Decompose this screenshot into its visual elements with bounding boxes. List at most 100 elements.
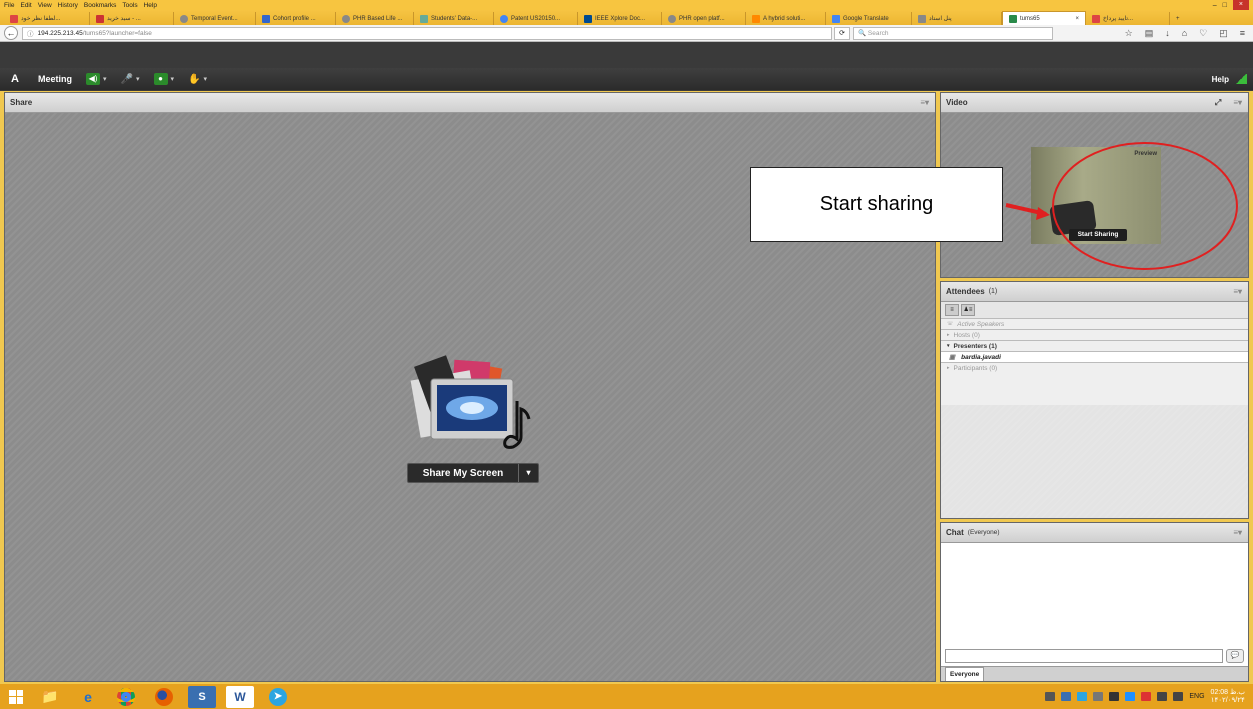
tray-app-icon[interactable] — [1141, 692, 1152, 701]
keyboard-icon[interactable] — [1045, 692, 1056, 701]
url-bar[interactable]: ⓘ 194.225.213.45/tums65?launcher=false — [22, 26, 832, 40]
webcam-button[interactable]: ● ▾ — [153, 72, 174, 86]
close-tab-icon[interactable]: × — [1075, 16, 1079, 22]
pod-options-icon[interactable]: ≡▾ — [1233, 287, 1242, 296]
video-pod-title: Video — [946, 98, 968, 107]
language-indicator[interactable]: ENG — [1189, 693, 1204, 700]
presenters-group[interactable]: ▾ Presenters (1) — [941, 340, 1248, 351]
menu-bookmarks[interactable]: Bookmarks — [84, 2, 117, 9]
browser-tab[interactable]: PHR Based Life ... — [336, 12, 414, 25]
maximize-button[interactable]: □ — [1223, 2, 1227, 9]
telegram-icon[interactable]: ➤ — [264, 686, 292, 708]
site-icon — [420, 14, 428, 23]
browser-tab[interactable]: پنل استاد — [912, 12, 1002, 25]
menu-history[interactable]: History — [58, 2, 78, 9]
minimize-button[interactable]: – — [1213, 2, 1217, 9]
network-icon[interactable] — [1173, 692, 1184, 701]
menu-tools[interactable]: Tools — [122, 2, 137, 9]
nav-icons: ☆ ▤ ↓ ⌂ ♡ ◰ ≡ — [1125, 28, 1245, 39]
meeting-menu[interactable]: Meeting — [38, 74, 72, 84]
share-pod-header: Share ≡▾ — [5, 93, 935, 113]
tray-app-icon[interactable] — [1077, 692, 1088, 701]
pocket-icon[interactable]: ♡ — [1199, 28, 1207, 39]
menu-help[interactable]: Help — [144, 2, 157, 9]
clock-date: ۱۴۰۲/۰۹/۲۴ — [1210, 696, 1245, 704]
word-icon[interactable]: W — [226, 685, 254, 708]
microphone-icon: 🎤 — [120, 73, 133, 85]
hamburger-menu-icon[interactable]: ≡ — [1240, 28, 1245, 39]
browser-tab[interactable]: Temporal Event... — [174, 12, 256, 25]
collapse-icon: ▾ — [947, 343, 950, 349]
gmail-icon — [10, 14, 18, 23]
chat-scope: (Everyone) — [967, 529, 1000, 536]
attendees-pod-body: ≡ ♟≡ ☏ Active Speakers ▸ Hosts (0) ▾ Presen… — [941, 302, 1248, 518]
downloads-icon[interactable]: ↓ — [1165, 28, 1170, 39]
site-icon — [918, 14, 926, 23]
start-sharing-button[interactable]: Start Sharing — [1069, 229, 1127, 241]
participants-group[interactable]: ▸ Participants (0) — [941, 362, 1248, 373]
flag-icon[interactable] — [1109, 692, 1120, 701]
menu-edit[interactable]: Edit — [20, 2, 31, 9]
microphone-button[interactable]: 🎤 ▾ — [121, 72, 140, 86]
hosts-group[interactable]: ▸ Hosts (0) — [941, 329, 1248, 340]
new-tab-button[interactable]: + — [1170, 12, 1190, 25]
fullscreen-icon[interactable]: ⤢ — [1215, 98, 1221, 108]
browser-tab[interactable]: لطفا نظر خود... — [4, 12, 90, 25]
attendee-row[interactable]: ▣ bardia.javadi — [941, 351, 1248, 362]
clock[interactable]: 02:08 ب.ظ ۱۴۰۲/۰۹/۲۴ — [1211, 689, 1245, 705]
browser-tab[interactable]: تایید پرداخ... — [1086, 12, 1170, 25]
speaker-status-icon: ☏ — [947, 321, 954, 327]
connect-icon — [1009, 14, 1017, 23]
browser-tab-active[interactable]: tums65 × — [1002, 11, 1086, 25]
screenshot-icon[interactable]: ◰ — [1219, 28, 1228, 39]
menu-file[interactable]: File — [4, 2, 14, 9]
firefox-icon[interactable] — [150, 686, 178, 708]
file-explorer-icon[interactable]: 📁 — [36, 686, 64, 708]
url-path: /tums65?launcher=false — [82, 29, 152, 37]
pod-options-icon[interactable]: ≡▾ — [920, 98, 929, 107]
expand-icon: ▸ — [947, 332, 950, 338]
browser-tab[interactable]: Google Translate — [826, 12, 912, 25]
browser-tab[interactable]: Patent US20150... — [494, 12, 578, 25]
tray-app-icon[interactable] — [1093, 692, 1104, 701]
tray-app-icon[interactable] — [1125, 692, 1136, 701]
list-view-icon[interactable]: ≡ — [945, 304, 959, 316]
speaker-button[interactable]: ◀) ▾ — [86, 72, 107, 86]
status-view-icon[interactable]: ♟≡ — [961, 304, 975, 316]
window-controls: – □ × — [1213, 0, 1249, 10]
home-icon[interactable]: ⌂ — [1182, 28, 1187, 39]
reading-list-icon[interactable]: ▤ — [1145, 28, 1154, 39]
skype-icon[interactable]: S — [188, 685, 216, 708]
pod-options-icon[interactable]: ≡▾ — [1233, 98, 1242, 107]
video-pod-header: Video ⤢ ≡▾ — [941, 93, 1248, 113]
browser-tab[interactable]: سید خرید - ... — [90, 12, 174, 25]
browser-tab[interactable]: Cohort profile ... — [256, 12, 336, 25]
reload-button[interactable]: ⟳ — [834, 26, 850, 40]
connect-toolbar: A Meeting ◀) ▾ 🎤 ▾ ● ▾ ✋ ▾ Help — [0, 68, 1253, 90]
back-button[interactable]: ← — [4, 26, 18, 40]
internet-explorer-icon[interactable]: e — [74, 686, 102, 708]
search-input[interactable]: 🔍 Search — [853, 26, 1053, 40]
browser-tab[interactable]: A hybrid soluti... — [746, 12, 826, 25]
tray-app-icon[interactable] — [1061, 692, 1072, 701]
volume-icon[interactable] — [1157, 692, 1168, 701]
menu-view[interactable]: View — [38, 2, 52, 9]
share-my-screen-button[interactable]: Share My Screen ▾ — [407, 463, 539, 483]
start-button[interactable] — [6, 687, 26, 707]
browser-tab[interactable]: IEEE Xplore Doc... — [578, 12, 662, 25]
chat-pod-title: Chat — [946, 528, 964, 537]
adobe-logo: A — [11, 73, 19, 85]
browser-tab[interactable]: PHR open platf... — [662, 12, 746, 25]
chat-tab-everyone[interactable]: Everyone — [945, 667, 985, 681]
chat-input[interactable] — [945, 649, 1223, 663]
close-window-button[interactable]: × — [1232, 0, 1249, 10]
globe-icon — [668, 14, 676, 23]
chat-send-button[interactable]: 💬 — [1226, 649, 1244, 663]
raise-hand-button[interactable]: ✋ ▾ — [188, 72, 207, 86]
help-menu[interactable]: Help — [1212, 75, 1229, 84]
browser-tab[interactable]: Students' Data-... — [414, 12, 494, 25]
bookmark-star-icon[interactable]: ☆ — [1125, 28, 1133, 39]
pod-options-icon[interactable]: ≡▾ — [1233, 528, 1242, 537]
share-options-dropdown[interactable]: ▾ — [518, 464, 538, 482]
chrome-icon[interactable] — [112, 686, 140, 708]
